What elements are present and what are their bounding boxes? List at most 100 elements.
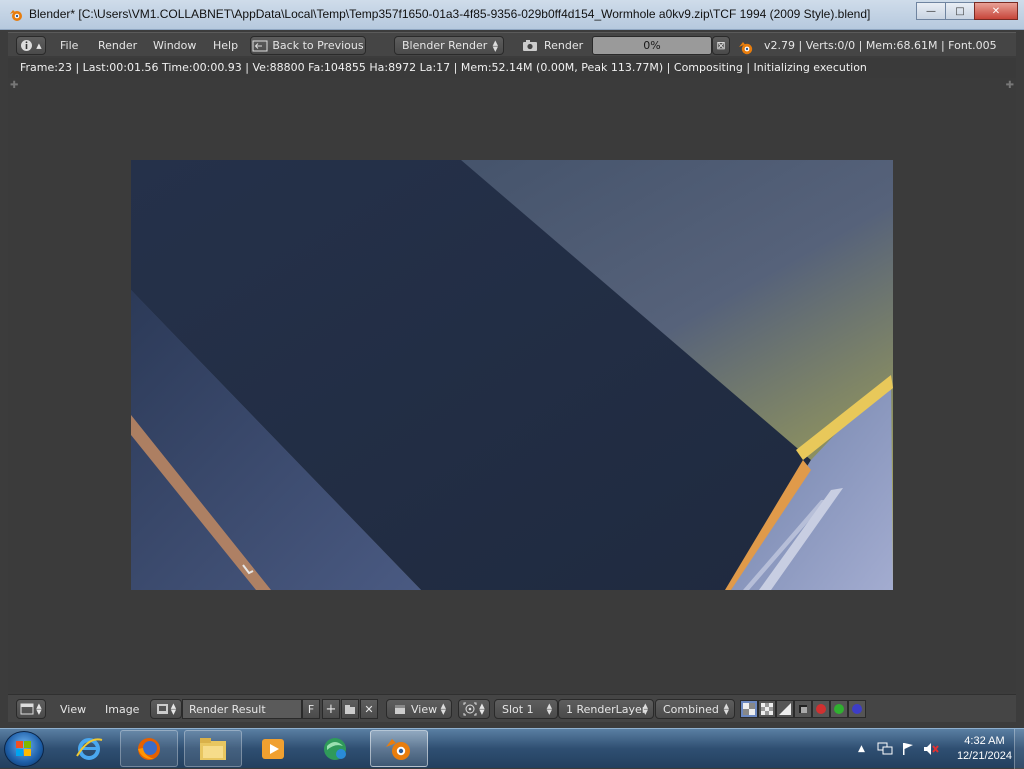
menu-image[interactable]: Image bbox=[105, 699, 139, 719]
taskbar-blender[interactable] bbox=[370, 730, 428, 767]
image-editor-type-button[interactable]: ▲ ▼ bbox=[16, 699, 46, 719]
browse-image-button[interactable]: ▲ ▼ bbox=[150, 699, 182, 719]
color-alpha-toggle[interactable] bbox=[740, 700, 758, 718]
taskbar-clock[interactable]: 4:32 AM 12/21/2024 bbox=[957, 734, 1012, 764]
show-desktop-button[interactable] bbox=[1014, 729, 1024, 769]
clock-time: 4:32 AM bbox=[964, 735, 1005, 747]
taskbar-ie[interactable] bbox=[60, 730, 118, 767]
cancel-icon: ⊠ bbox=[716, 39, 726, 52]
open-image-icon bbox=[345, 704, 355, 714]
red-channel-toggle[interactable] bbox=[812, 700, 830, 718]
image-editor-viewport[interactable]: ✚ ✚ bbox=[8, 78, 1016, 692]
blender-logo-icon bbox=[739, 42, 753, 55]
taskbar-media-player[interactable] bbox=[244, 730, 302, 767]
windows-taskbar: ▲ 4:32 AM 12/21/2024 bbox=[0, 728, 1024, 769]
network-icon bbox=[324, 737, 346, 760]
pivot-select[interactable]: ▲ ▼ bbox=[458, 699, 490, 719]
media-icon bbox=[262, 738, 284, 759]
image-editor-header: ▲ ▼ View Image ▲ ▼ Render Result F + ✕ Vie… bbox=[8, 694, 1016, 722]
green-dot-icon bbox=[834, 704, 844, 714]
render-engine-select[interactable]: Blender Render ▲ ▼ bbox=[394, 36, 504, 55]
slot-value: Slot 1 bbox=[502, 702, 534, 716]
zoom-icon bbox=[463, 702, 477, 716]
camera-icon bbox=[523, 40, 537, 51]
image-editor-icon bbox=[20, 703, 34, 715]
render-pass-select[interactable]: Combined ▲ ▼ bbox=[655, 699, 735, 719]
editor-type-button[interactable]: ▲ bbox=[16, 36, 46, 55]
close-image-icon: ✕ bbox=[364, 702, 374, 716]
updown-arrows-icon: ▲ ▼ bbox=[723, 702, 729, 716]
image-browse-icon bbox=[156, 704, 168, 714]
slot-select[interactable]: Slot 1 ▲ ▼ bbox=[494, 699, 558, 719]
maximize-button[interactable]: □ bbox=[945, 2, 975, 20]
menu-window[interactable]: Window bbox=[153, 36, 196, 55]
render-status-line: Frame:23 | Last:00:01.56 Time:00:00.93 |… bbox=[8, 58, 1016, 78]
window-titlebar: Blender* [C:\Users\VM1.COLLABNET\AppData… bbox=[0, 0, 1024, 30]
blender-icon bbox=[10, 10, 22, 21]
render-layer-value: 1 RenderLayer bbox=[566, 702, 647, 716]
open-image-button[interactable] bbox=[341, 699, 359, 719]
draw-channels-toggle[interactable] bbox=[794, 700, 812, 718]
taskbar-network[interactable] bbox=[306, 730, 364, 767]
show-hidden-icons-button[interactable]: ▲ bbox=[858, 744, 865, 754]
new-image-icon: + bbox=[325, 701, 337, 717]
render-pass-value: Combined bbox=[663, 702, 719, 716]
back-icon bbox=[252, 40, 268, 51]
flag-icon[interactable] bbox=[901, 742, 915, 756]
render-button[interactable]: Render bbox=[522, 36, 583, 55]
area-split-handle-right[interactable]: ✚ bbox=[1006, 80, 1014, 91]
firefox-icon bbox=[138, 737, 160, 760]
volume-icon[interactable] bbox=[923, 742, 939, 756]
view-mode-icon bbox=[395, 704, 405, 714]
checker-icon bbox=[761, 703, 773, 715]
start-button[interactable] bbox=[4, 731, 44, 767]
network-status-icon[interactable] bbox=[877, 742, 893, 756]
alpha-only-toggle[interactable] bbox=[758, 700, 776, 718]
updown-arrows-icon: ▲ ▼ bbox=[440, 702, 446, 716]
taskbar-firefox[interactable] bbox=[120, 730, 178, 767]
z-buffer-toggle[interactable] bbox=[776, 700, 794, 718]
menu-view[interactable]: View bbox=[60, 699, 86, 719]
updown-arrows-icon: ▲ ▼ bbox=[546, 702, 552, 716]
taskbar-explorer[interactable] bbox=[184, 730, 242, 767]
new-image-button[interactable]: + bbox=[322, 699, 340, 719]
close-window-button[interactable]: ✕ bbox=[974, 2, 1018, 20]
minimize-button[interactable]: — bbox=[916, 2, 946, 20]
updown-arrows-icon: ▲ ▼ bbox=[642, 702, 648, 716]
render-result-image bbox=[131, 160, 893, 590]
system-tray: ▲ 4:32 AM 12/21/2024 bbox=[858, 729, 1012, 769]
explorer-icon bbox=[200, 737, 226, 760]
clock-date: 12/21/2024 bbox=[956, 750, 1012, 762]
cancel-render-button[interactable]: ⊠ bbox=[712, 36, 730, 55]
fake-user-button[interactable]: F bbox=[302, 699, 320, 719]
scene-stats: v2.79 | Verts:0/0 | Mem:68.61M | Font.00… bbox=[764, 39, 997, 52]
z-buffer-icon bbox=[779, 703, 791, 715]
window-title: Blender* [C:\Users\VM1.COLLABNET\AppData… bbox=[29, 7, 871, 21]
blender-icon bbox=[386, 738, 410, 760]
render-progress-text: 0% bbox=[643, 39, 661, 52]
back-to-previous-button[interactable]: Back to Previous bbox=[250, 36, 366, 55]
blue-channel-toggle[interactable] bbox=[848, 700, 866, 718]
render-layer-select[interactable]: 1 RenderLayer ▲ ▼ bbox=[558, 699, 654, 719]
view-mode-value: View bbox=[411, 702, 438, 716]
green-channel-toggle[interactable] bbox=[830, 700, 848, 718]
info-editor-icon bbox=[21, 40, 33, 51]
unlink-image-button[interactable]: ✕ bbox=[360, 699, 378, 719]
updown-arrows-icon: ▲ ▼ bbox=[492, 39, 498, 53]
view-mode-select[interactable]: View ▲ ▼ bbox=[386, 699, 452, 719]
fake-user-label: F bbox=[307, 702, 315, 716]
menu-render[interactable]: Render bbox=[98, 36, 137, 55]
render-status-text: Frame:23 | Last:00:01.56 Time:00:00.93 |… bbox=[20, 61, 867, 74]
area-split-handle-left[interactable]: ✚ bbox=[10, 80, 18, 91]
info-header: ▲ File Render Window Help Back to Previo… bbox=[8, 32, 1016, 56]
alpha-icon bbox=[743, 703, 755, 715]
blue-dot-icon bbox=[852, 704, 862, 714]
ie-icon bbox=[76, 737, 103, 760]
image-name-value: Render Result bbox=[189, 702, 266, 716]
render-progress-bar: 0% bbox=[592, 36, 712, 55]
menu-file[interactable]: File bbox=[60, 36, 78, 55]
red-dot-icon bbox=[816, 704, 826, 714]
image-name-field[interactable]: Render Result bbox=[182, 699, 302, 719]
menu-help[interactable]: Help bbox=[213, 36, 238, 55]
render-engine-value: Blender Render bbox=[402, 39, 488, 52]
